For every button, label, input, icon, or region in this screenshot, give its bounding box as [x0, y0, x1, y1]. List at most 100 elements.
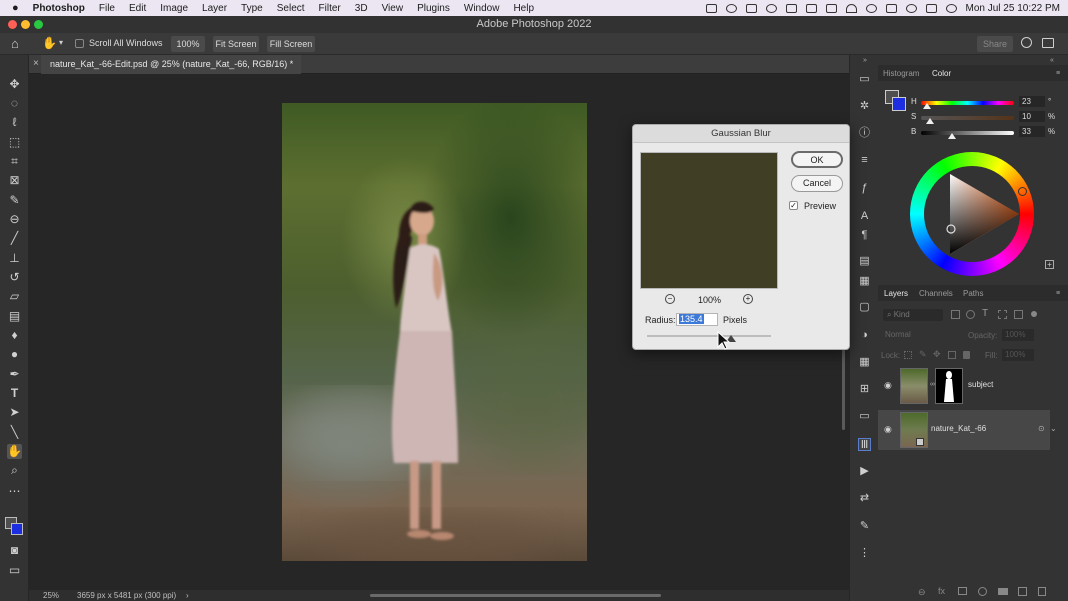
close-window-button[interactable] [8, 20, 17, 29]
menu-layer[interactable]: Layer [195, 3, 234, 14]
blend-mode-select[interactable]: Normal [883, 329, 963, 341]
blur-preview-area[interactable] [640, 152, 778, 289]
dropbox-icon[interactable] [745, 3, 757, 13]
lock-all-icon[interactable] [963, 351, 970, 359]
visibility-eye-icon[interactable]: ◉ [884, 380, 894, 390]
collapse-right-icon[interactable]: « [1050, 57, 1054, 64]
home-icon[interactable]: ⌂ [11, 37, 25, 50]
info-icon[interactable]: ⓘ [858, 127, 871, 140]
filter-shape-icon[interactable] [998, 310, 1007, 319]
lock-pixels-icon[interactable]: ✎ [919, 349, 927, 360]
lock-transparent-icon[interactable] [904, 351, 912, 359]
hue-ring-marker[interactable] [1018, 187, 1027, 196]
add-swatch-icon[interactable]: + [1045, 260, 1054, 269]
radius-input[interactable]: 135.4 [676, 313, 718, 326]
radius-slider-track[interactable] [647, 335, 771, 337]
patterns-icon[interactable]: ⊞ [858, 383, 871, 396]
gradients-icon[interactable]: ▭ [858, 410, 871, 423]
color-triangle[interactable] [924, 166, 1020, 262]
document-image[interactable] [282, 103, 587, 561]
new-layer-icon[interactable] [1018, 587, 1027, 596]
menu-help[interactable]: Help [506, 3, 541, 14]
layer-name[interactable]: nature_Kat_-66 [931, 424, 986, 433]
filter-adjustment-icon[interactable] [966, 310, 975, 319]
screen-mode-icon[interactable]: ▭ [7, 563, 22, 578]
hand-tool-preset-icon[interactable]: ✋ [42, 36, 57, 50]
layer-style-icon[interactable]: fx [938, 586, 945, 596]
menu-clock[interactable]: Mon Jul 25 10:22 PM [966, 3, 1061, 14]
adjustments-icon[interactable]: ≡ [858, 154, 871, 167]
menu-file[interactable]: File [92, 3, 122, 14]
brightness-slider[interactable] [921, 131, 1014, 135]
new-group-icon[interactable] [998, 588, 1008, 595]
frame-tool-icon[interactable]: ⊠ [7, 173, 22, 188]
styles-icon[interactable]: ƒ [858, 182, 871, 195]
lock-position-icon[interactable]: ✥ [933, 349, 941, 360]
eyedropper-tool-icon[interactable]: ✎ [7, 193, 22, 208]
bookmark-icon[interactable] [805, 3, 817, 13]
menu-type[interactable]: Type [234, 3, 270, 14]
brush-tool-icon[interactable]: ╱ [7, 231, 22, 246]
hand-tool-icon[interactable]: ✋ [7, 444, 22, 459]
layer-row-background-photo[interactable]: ◉ nature_Kat_-66 ⊙ [878, 410, 1050, 450]
menu-image[interactable]: Image [153, 3, 195, 14]
history-brush-tool-icon[interactable]: ↺ [7, 270, 22, 285]
creative-cloud-icon[interactable] [725, 3, 737, 13]
tab-layers[interactable]: Layers [884, 289, 908, 298]
panel-menu-icon[interactable]: ≡ [1056, 70, 1060, 77]
scroll-all-windows-checkbox[interactable] [75, 39, 84, 48]
zoom-tool-icon[interactable]: ⌕ [7, 463, 22, 478]
menu-plugins[interactable]: Plugins [410, 3, 457, 14]
airplay-icon[interactable] [785, 3, 797, 13]
brightness-value[interactable]: 33 [1019, 126, 1045, 137]
siri-icon[interactable] [945, 3, 957, 13]
layer-row-subject[interactable]: ◉ ∞ subject [878, 366, 1050, 406]
hue-slider-thumb[interactable] [922, 103, 931, 109]
fill-value[interactable]: 100% [1002, 349, 1034, 361]
apple-icon[interactable]: ● [0, 2, 26, 14]
layer-mask-thumbnail[interactable] [935, 368, 963, 404]
swatches-icon[interactable]: ▦ [858, 356, 871, 369]
spotlight-search-icon[interactable] [905, 3, 917, 13]
document-tab[interactable]: nature_Kat_-66-Edit.psd @ 25% (nature_Ka… [41, 55, 301, 74]
dialog-title[interactable]: Gaussian Blur [633, 125, 849, 143]
saturation-slider-thumb[interactable] [926, 118, 935, 124]
user-icon[interactable] [865, 3, 877, 13]
tool-presets-icon[interactable]: ⋮ [858, 547, 871, 560]
chevron-down-icon[interactable]: ▾ [59, 38, 63, 47]
healing-brush-tool-icon[interactable]: ⊖ [7, 212, 22, 227]
menu-window[interactable]: Window [457, 3, 507, 14]
layer-name[interactable]: subject [968, 380, 993, 389]
smart-filter-icon[interactable]: ⊙ [1038, 424, 1045, 433]
filter-type-icon[interactable]: T [982, 308, 988, 319]
saturation-slider[interactable] [921, 116, 1014, 120]
path-selection-tool-icon[interactable]: ➤ [7, 405, 22, 420]
crop-tool-icon[interactable]: ⌗ [7, 154, 22, 169]
libraries-icon[interactable]: ▢ [858, 301, 871, 314]
preview-checkbox[interactable]: ✓ [789, 201, 798, 210]
ok-button[interactable]: OK [791, 151, 843, 168]
move-tool-icon[interactable]: ✥ [7, 77, 22, 92]
fit-screen-button[interactable]: Fit Screen [213, 36, 259, 52]
lock-artboard-icon[interactable] [948, 351, 956, 359]
dodge-tool-icon[interactable]: ● [7, 347, 22, 362]
properties-icon[interactable]: ◑ [858, 329, 871, 342]
layers-menu-icon[interactable]: ≡ [1056, 290, 1060, 297]
menu-filter[interactable]: Filter [312, 3, 348, 14]
menu-edit[interactable]: Edit [122, 3, 153, 14]
zoom-100-button[interactable]: 100% [171, 36, 205, 52]
marquee-tool-icon[interactable]: ◌ [7, 96, 22, 111]
character-icon[interactable]: A [858, 210, 871, 223]
status-info-arrow[interactable]: › [186, 590, 189, 601]
filter-pixel-icon[interactable] [951, 310, 960, 319]
collapse-panels-icon[interactable]: » [863, 57, 867, 64]
blur-tool-icon[interactable]: ♦ [7, 328, 22, 343]
keyboard-icon[interactable] [885, 3, 897, 13]
menu-app-photoshop[interactable]: Photoshop [26, 3, 92, 14]
pen-tool-icon[interactable]: ✒ [7, 367, 22, 382]
zoom-out-icon[interactable]: − [665, 294, 675, 304]
tab-channels[interactable]: Channels [919, 289, 953, 298]
lasso-tool-icon[interactable]: ℓ [7, 115, 22, 130]
layer-expand-chevron-icon[interactable]: ⌄ [1050, 424, 1057, 433]
zoom-window-button[interactable] [34, 20, 43, 29]
